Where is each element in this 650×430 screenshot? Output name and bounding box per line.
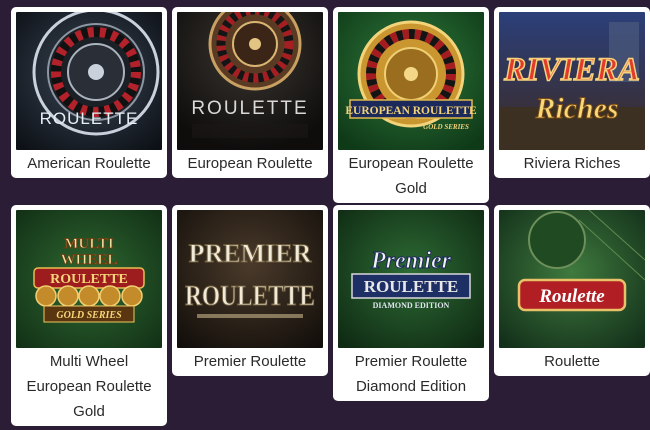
game-card-multi-wheel-european-roulette-gold[interactable]: MULTI WHEEL ROULETTE GOLD SERIES Multi W… bbox=[11, 205, 167, 426]
game-art-text-line1: RIVIERA bbox=[503, 52, 640, 88]
game-art-text-line3: ROULETTE bbox=[50, 272, 128, 287]
game-art-text: ROULETTE bbox=[191, 98, 308, 119]
roulette-wheel-icon bbox=[88, 64, 104, 80]
game-card-premier-roulette-diamond-edition[interactable]: Premier ROULETTE DIAMOND EDITION Premier… bbox=[333, 205, 489, 401]
game-art-text-line1: MULTI bbox=[64, 236, 114, 252]
game-card-european-roulette[interactable]: ROULETTE European Roulette bbox=[172, 7, 328, 178]
game-thumbnail[interactable]: Roulette bbox=[499, 210, 645, 348]
game-art-text-line2: ROULETTE bbox=[185, 281, 315, 312]
game-title[interactable]: Roulette bbox=[499, 348, 645, 376]
game-title[interactable]: Riviera Riches bbox=[499, 150, 645, 178]
game-art-text: EUROPEAN ROULETTE bbox=[345, 105, 477, 117]
game-art-text-line1: PREMIER bbox=[189, 239, 312, 268]
game-art-text-line2: Riches bbox=[534, 92, 618, 125]
game-card-roulette[interactable]: Roulette Roulette bbox=[494, 205, 650, 376]
game-card-american-roulette[interactable]: ROULETTE American Roulette bbox=[11, 7, 167, 178]
game-thumbnail[interactable]: ROULETTE bbox=[177, 12, 323, 150]
game-art-subtext: GOLD SERIES bbox=[423, 123, 469, 131]
game-art-subtext: GOLD SERIES bbox=[56, 310, 122, 321]
game-title[interactable]: American Roulette bbox=[16, 150, 162, 178]
game-title[interactable]: Premier Roulette Diamond Edition bbox=[338, 348, 484, 401]
game-thumbnail[interactable]: ROULETTE bbox=[16, 12, 162, 150]
game-art-text-line1: Premier bbox=[370, 248, 452, 274]
game-card-european-roulette-gold[interactable]: EUROPEAN ROULETTE GOLD SERIES European R… bbox=[333, 7, 489, 203]
game-thumbnail[interactable]: MULTI WHEEL ROULETTE GOLD SERIES bbox=[16, 210, 162, 348]
roulette-wheel-icon bbox=[404, 67, 418, 81]
roulette-wheel-icon bbox=[249, 38, 261, 50]
game-art-text: ROULETTE bbox=[40, 109, 139, 128]
game-thumbnail[interactable]: RIVIERA Riches bbox=[499, 12, 645, 150]
game-title[interactable]: European Roulette Gold bbox=[338, 150, 484, 203]
game-title[interactable]: Multi Wheel European Roulette Gold bbox=[16, 348, 162, 426]
game-card-riviera-riches[interactable]: RIVIERA Riches Riviera Riches bbox=[494, 7, 650, 178]
game-title[interactable]: European Roulette bbox=[177, 150, 323, 178]
game-card-premier-roulette[interactable]: PREMIER ROULETTE Premier Roulette bbox=[172, 205, 328, 376]
game-art-subtext: DIAMOND EDITION bbox=[373, 301, 450, 310]
game-thumbnail[interactable]: Premier ROULETTE DIAMOND EDITION bbox=[338, 210, 484, 348]
game-thumbnail[interactable]: PREMIER ROULETTE bbox=[177, 210, 323, 348]
game-thumbnail[interactable]: EUROPEAN ROULETTE GOLD SERIES bbox=[338, 12, 484, 150]
game-art-text-line2: WHEEL bbox=[61, 252, 118, 268]
game-title[interactable]: Premier Roulette bbox=[177, 348, 323, 376]
game-art-text-line2: ROULETTE bbox=[364, 277, 458, 296]
roulette-wheel-icon bbox=[78, 285, 100, 307]
game-art-text: Roulette bbox=[538, 286, 605, 307]
